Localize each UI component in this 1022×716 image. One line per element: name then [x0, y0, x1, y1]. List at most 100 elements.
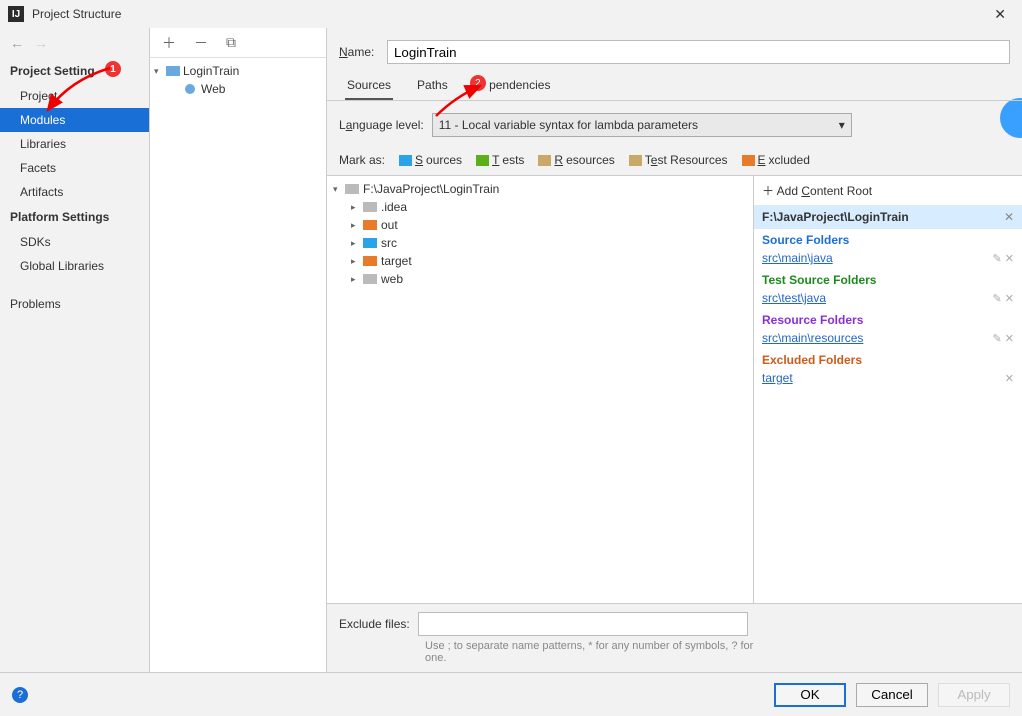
content-root-path[interactable]: F:\JavaProject\LoginTrain ✕	[754, 205, 1022, 229]
ct-root-label: F:\JavaProject\LoginTrain	[363, 182, 499, 196]
close-icon[interactable]: ✕	[986, 6, 1014, 23]
sidebar-item-sdks[interactable]: SDKs	[0, 230, 149, 254]
sidebar-item-global-libraries[interactable]: Global Libraries	[0, 254, 149, 278]
name-input[interactable]	[387, 40, 1010, 64]
sidebar-item-libraries[interactable]: Libraries	[0, 132, 149, 156]
sidebar-nav: ← →	[0, 28, 149, 58]
nav-forward-icon[interactable]: →	[34, 35, 48, 51]
sidebar-section-project: Project Setting 1	[0, 58, 149, 84]
remove-icon[interactable]: ✕	[1005, 253, 1014, 265]
folder-link[interactable]: src\main\java	[762, 251, 833, 265]
exclude-input[interactable]	[418, 612, 748, 636]
add-icon[interactable]: ＋	[162, 33, 176, 53]
fg-title: Excluded Folders	[762, 353, 1014, 367]
fg-title: Resource Folders	[762, 313, 1014, 327]
mark-resources[interactable]: Resources	[538, 153, 614, 167]
mark-excluded[interactable]: Excluded	[742, 153, 810, 167]
module-tree-panel: ＋ － ⧉ ▾ LoginTrain Web	[150, 28, 327, 672]
copy-icon[interactable]: ⧉	[226, 34, 236, 51]
app-icon: IJ	[8, 6, 24, 22]
chevron-right-icon[interactable]: ▸	[351, 202, 363, 213]
tree-label: LoginTrain	[183, 64, 239, 78]
cancel-button[interactable]: Cancel	[856, 683, 928, 707]
folder-icon	[363, 273, 377, 285]
fg-item: src\main\java ✎ ✕	[762, 249, 1014, 267]
fg-title: Test Source Folders	[762, 273, 1014, 287]
folder-icon	[363, 255, 377, 267]
chevron-right-icon[interactable]: ▸	[351, 274, 363, 285]
main-area: ← → Project Setting 1 Project Modules Li…	[0, 28, 1022, 672]
source-folders-group: Source Folders src\main\java ✎ ✕	[754, 229, 1022, 269]
language-level-row: Language level: 11 - Local variable synt…	[327, 101, 1022, 149]
content-tree: ▾ F:\JavaProject\LoginTrain ▸.idea ▸out …	[327, 176, 754, 603]
sidebar-item-modules[interactable]: Modules	[0, 108, 149, 132]
folder-icon	[363, 219, 377, 231]
mark-as-label: Mark as:	[339, 153, 385, 167]
remove-icon[interactable]: ✕	[1005, 333, 1014, 345]
fg-item: target ✕	[762, 369, 1014, 387]
help-icon[interactable]: ?	[12, 687, 28, 703]
nav-back-icon[interactable]: ←	[10, 35, 24, 51]
content-tree-root[interactable]: ▾ F:\JavaProject\LoginTrain	[327, 180, 753, 198]
mark-tests[interactable]: Tests	[476, 153, 524, 167]
content-roots-panel: ＋ Add Content Root F:\JavaProject\LoginT…	[754, 176, 1022, 603]
tab-paths[interactable]: Paths	[415, 72, 450, 100]
ct-row-idea[interactable]: ▸.idea	[327, 198, 753, 216]
ct-label: src	[381, 236, 397, 250]
edit-icon[interactable]: ✎	[993, 253, 1002, 265]
badge-2: 2	[470, 75, 486, 91]
root-path-text: F:\JavaProject\LoginTrain	[762, 210, 909, 224]
tree-row-web[interactable]: Web	[150, 80, 326, 98]
remove-icon[interactable]: ✕	[1005, 373, 1014, 385]
badge-1: 1	[105, 61, 121, 77]
tab-sources[interactable]: Sources	[345, 72, 393, 100]
ct-row-src[interactable]: ▸ src	[327, 234, 753, 252]
ct-row-web[interactable]: ▸web	[327, 270, 753, 288]
tabs-row: Sources Paths 2 Dependencies	[327, 72, 1022, 101]
module-tree: ▾ LoginTrain Web	[150, 58, 326, 102]
chevron-right-icon[interactable]: ▸	[351, 256, 363, 267]
ct-row-target[interactable]: ▸target	[327, 252, 753, 270]
exclude-row: Exclude files: Use ; to separate name pa…	[327, 603, 1022, 672]
remove-icon[interactable]: －	[194, 33, 208, 53]
edit-icon[interactable]: ✎	[993, 333, 1002, 345]
ct-label: out	[381, 218, 398, 232]
mark-sources[interactable]: Sources	[399, 153, 462, 167]
remove-root-icon[interactable]: ✕	[1004, 210, 1014, 224]
add-content-root[interactable]: ＋ Add Content Root	[754, 176, 1022, 205]
edit-icon[interactable]: ✎	[993, 293, 1002, 305]
chevron-down-icon: ▾	[839, 118, 845, 132]
mark-test-resources[interactable]: Test Resources	[629, 153, 728, 167]
fg-actions: ✎ ✕	[993, 292, 1015, 305]
web-icon	[184, 83, 198, 95]
sidebar-item-project[interactable]: Project	[0, 84, 149, 108]
resource-folders-group: Resource Folders src\main\resources ✎ ✕	[754, 309, 1022, 349]
fg-actions: ✎ ✕	[993, 332, 1015, 345]
tab-dependencies[interactable]: 2 Dependencies	[472, 72, 553, 100]
ok-button[interactable]: OK	[774, 683, 846, 707]
ct-row-out[interactable]: ▸ out	[327, 216, 753, 234]
chevron-right-icon[interactable]: ▸	[351, 220, 363, 231]
chevron-right-icon[interactable]: ▸	[351, 238, 363, 249]
sidebar-item-artifacts[interactable]: Artifacts	[0, 180, 149, 204]
chevron-down-icon[interactable]: ▾	[333, 184, 345, 195]
mark-as-row: Mark as: Sources Tests Resources Test Re…	[327, 149, 1022, 175]
fg-actions: ✕	[1005, 372, 1014, 385]
fg-item: src\test\java ✎ ✕	[762, 289, 1014, 307]
footer: ? OK Cancel Apply	[0, 672, 1022, 716]
sidebar-item-problems[interactable]: Problems	[0, 292, 149, 316]
folder-link[interactable]: src\test\java	[762, 291, 826, 305]
chevron-down-icon[interactable]: ▾	[154, 66, 166, 77]
folder-icon	[363, 237, 377, 249]
sidebar-item-facets[interactable]: Facets	[0, 156, 149, 180]
folder-icon	[345, 183, 359, 195]
folder-link[interactable]: target	[762, 371, 793, 385]
language-level-label: Language level:	[339, 118, 424, 132]
folder-link[interactable]: src\main\resources	[762, 331, 863, 345]
remove-icon[interactable]: ✕	[1005, 293, 1014, 305]
language-level-select[interactable]: 11 - Local variable syntax for lambda pa…	[432, 113, 852, 137]
tree-row-root[interactable]: ▾ LoginTrain	[150, 62, 326, 80]
exclude-hint: Use ; to separate name patterns, * for a…	[425, 640, 765, 664]
apply-button[interactable]: Apply	[938, 683, 1010, 707]
tab-label-part: pendencies	[489, 78, 550, 92]
